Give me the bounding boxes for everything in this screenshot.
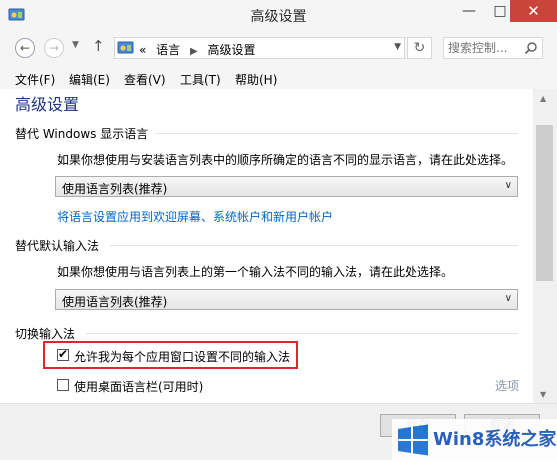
address-dropdown-icon[interactable]: ▼ <box>394 42 401 52</box>
breadcrumb-overflow[interactable]: « <box>139 43 146 57</box>
watermark: Win8系统之家 <box>392 419 557 461</box>
recent-locations-dropdown[interactable]: ▼ <box>72 40 79 50</box>
refresh-button[interactable]: ↻ <box>407 37 432 59</box>
input-method-select[interactable]: 使用语言列表(推荐) ∨ <box>55 289 518 310</box>
vertical-scrollbar[interactable]: ▲ ▼ <box>533 89 557 403</box>
page-title: 高级设置 <box>15 95 80 114</box>
breadcrumb-item-language[interactable]: 语言 <box>156 43 180 57</box>
scroll-down-icon[interactable]: ▼ <box>540 390 546 399</box>
switch-input-heading: 切换输入法 <box>15 327 76 341</box>
title-bar: 高级设置 — □ ✕ <box>0 0 557 31</box>
per-app-input-label[interactable]: 允许我为每个应用窗口设置不同的输入法 <box>74 348 290 365</box>
menu-tools[interactable]: 工具(T) <box>180 71 221 88</box>
desktop-language-bar-label[interactable]: 使用桌面语言栏(可用时) <box>74 378 203 395</box>
options-link[interactable]: 选项 <box>495 377 519 394</box>
apply-language-settings-link[interactable]: 将语言设置应用到欢迎屏幕、系统帐户和新用户帐户 <box>57 208 333 225</box>
menu-bar: 文件(F) 编辑(E) 查看(V) 工具(T) 帮助(H) <box>0 67 557 89</box>
search-box <box>443 37 543 59</box>
per-app-input-checkbox[interactable]: ✔ <box>57 347 69 361</box>
display-language-selected: 使用语言列表(推荐) <box>62 182 168 196</box>
input-method-heading: 替代默认输入法 <box>15 239 100 253</box>
control-panel-icon <box>117 41 134 54</box>
menu-help[interactable]: 帮助(H) <box>235 71 277 88</box>
windows-logo-icon <box>398 424 428 456</box>
chevron-down-icon: ▼ <box>72 40 79 50</box>
input-method-selected: 使用语言列表(推荐) <box>62 295 168 309</box>
arrow-up-icon: ↑ <box>92 37 105 55</box>
section-divider <box>110 245 518 246</box>
scrollbar-thumb[interactable] <box>536 125 553 281</box>
menu-file[interactable]: 文件(F) <box>15 71 55 88</box>
desktop-language-bar-checkbox[interactable] <box>57 379 69 391</box>
breadcrumb-item-advanced[interactable]: 高级设置 <box>208 43 256 57</box>
address-toolbar: ← → ▼ ↑ « 语言 ▶ 高级设置 ▼ ↻ <box>0 31 557 67</box>
breadcrumb: « 语言 ▶ 高级设置 <box>139 41 256 58</box>
arrow-right-icon: → <box>48 41 60 55</box>
display-language-heading: 替代 Windows 显示语言 <box>15 127 149 141</box>
display-language-select[interactable]: 使用语言列表(推荐) ∨ <box>55 176 518 197</box>
section-divider <box>86 333 518 334</box>
scroll-up-icon[interactable]: ▲ <box>540 94 546 103</box>
input-method-description: 如果你想使用与语言列表上的第一个输入法不同的输入法，请在此处选择。 <box>57 265 454 279</box>
display-language-description: 如果你想使用与安装语言列表中的顺序所确定的语言不同的显示语言，请在此处选择。 <box>57 153 514 167</box>
forward-button[interactable]: → <box>44 38 64 58</box>
section-divider <box>156 133 518 134</box>
search-icon[interactable] <box>524 41 538 55</box>
address-bar[interactable]: « 语言 ▶ 高级设置 ▼ <box>114 37 405 59</box>
up-button[interactable]: ↑ <box>92 37 105 55</box>
footer-bar: 保存 取消 Win8系统之家 <box>0 403 557 461</box>
chevron-down-icon: ∨ <box>504 180 512 191</box>
advanced-settings-window: 高级设置 — □ ✕ ← → ▼ ↑ « 语言 ▶ 高级设置 ▼ ↻ 搜索控制.… <box>0 0 557 461</box>
arrow-left-icon: ← <box>19 41 31 55</box>
refresh-icon: ↻ <box>413 40 426 56</box>
breadcrumb-separator-icon[interactable]: ▶ <box>190 46 198 57</box>
minimize-button[interactable]: — <box>455 0 483 22</box>
chevron-down-icon: ∨ <box>504 293 512 304</box>
checkmark-icon: ✔ <box>58 347 69 361</box>
back-button[interactable]: ← <box>15 38 35 58</box>
menu-view[interactable]: 查看(V) <box>124 71 166 88</box>
content-pane: 高级设置 替代 Windows 显示语言 如果你想使用与安装语言列表中的顺序所确… <box>0 89 533 403</box>
close-button[interactable]: ✕ <box>510 0 557 22</box>
search-input[interactable] <box>448 40 520 56</box>
watermark-text: Win8系统之家 <box>433 429 557 450</box>
menu-edit[interactable]: 编辑(E) <box>69 71 110 88</box>
